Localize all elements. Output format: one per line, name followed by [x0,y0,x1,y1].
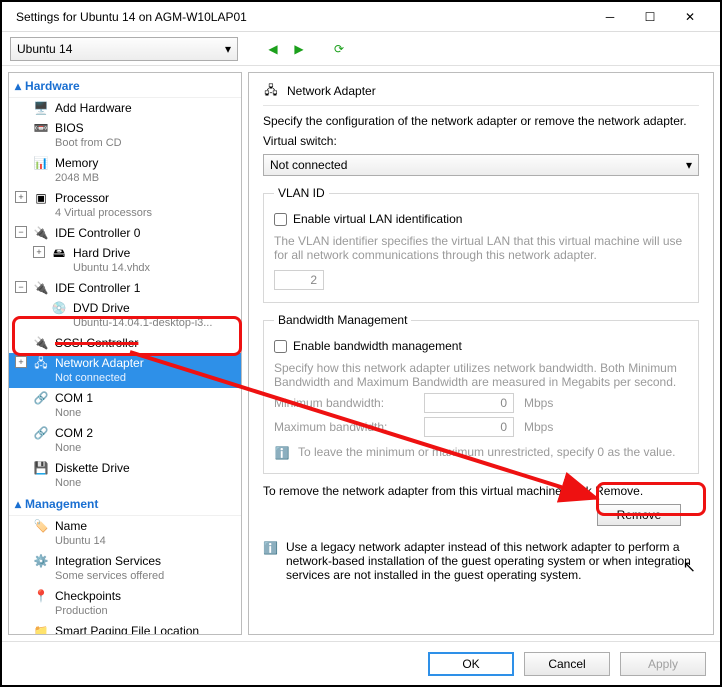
controller-icon: 🔌 [33,280,49,296]
expand-icon[interactable]: + [15,191,27,203]
collapse-icon[interactable]: − [15,281,27,293]
sidebar-item-com1[interactable]: 🔗COM 1 None [9,388,241,423]
panel-header: 🖧 Network Adapter [263,83,699,106]
maximize-button[interactable]: ☐ [630,2,670,31]
virtual-switch-value: Not connected [270,158,347,172]
com-port-icon: 🔗 [33,425,49,441]
chevron-down-icon: ▾ [225,42,231,56]
sidebar-item-ide1[interactable]: − 🔌IDE Controller 1 [9,278,241,298]
toolbar: Ubuntu 14 ▾ ◀ ▶ ⟳ [2,32,720,66]
network-adapter-icon: 🖧 [33,355,49,371]
scsi-icon: 🔌 [33,335,49,351]
sidebar-item-scsi[interactable]: 🔌SCSI Controller [9,333,241,353]
section-management[interactable]: ▴ Management [9,493,241,516]
settings-sidebar[interactable]: ▴ Hardware 🖥️Add Hardware 📼BIOS Boot fro… [8,72,242,635]
min-bandwidth-input [424,393,514,413]
legacy-adapter-info: Use a legacy network adapter instead of … [286,540,699,582]
panel-title: Network Adapter [287,84,376,98]
enable-bandwidth-label: Enable bandwidth management [293,339,462,353]
vlan-id-input [274,270,324,290]
panel-description: Specify the configuration of the network… [263,114,699,128]
sidebar-item-integration[interactable]: ⚙️Integration Services Some services off… [9,551,241,586]
bios-icon: 📼 [33,120,49,136]
minimize-button[interactable]: ─ [590,2,630,31]
min-bandwidth-label: Minimum bandwidth: [274,396,414,410]
memory-icon: 📊 [33,155,49,171]
collapse-icon[interactable]: − [15,226,27,238]
sidebar-item-checkpoints[interactable]: 📍Checkpoints Production [9,586,241,621]
virtual-switch-dropdown[interactable]: Not connected ▾ [263,154,699,176]
remove-description: To remove the network adapter from this … [263,484,699,498]
sidebar-item-memory[interactable]: 📊Memory 2048 MB [9,153,241,188]
sidebar-item-name[interactable]: 🏷️Name Ubuntu 14 [9,516,241,551]
sidebar-item-hard-drive[interactable]: + 🖴Hard Drive Ubuntu 14.vhdx [9,243,241,278]
sidebar-item-diskette[interactable]: 💾Diskette Drive None [9,458,241,493]
expand-icon[interactable]: + [15,356,27,368]
sidebar-item-add-hardware[interactable]: 🖥️Add Hardware [9,98,241,118]
chevron-down-icon: ▾ [686,158,692,172]
sidebar-item-dvd-drive[interactable]: 💿DVD Drive Ubuntu-14.04.1-desktop-i3... [9,298,241,333]
bandwidth-group: Bandwidth Management Enable bandwidth ma… [263,313,699,474]
name-icon: 🏷️ [33,518,49,534]
nav-back-button[interactable]: ◀ [264,40,282,58]
cancel-button[interactable]: Cancel [524,652,610,676]
add-hardware-icon: 🖥️ [33,100,49,116]
dialog-body: ▴ Hardware 🖥️Add Hardware 📼BIOS Boot fro… [2,66,720,641]
integration-icon: ⚙️ [33,553,49,569]
vm-selector-value: Ubuntu 14 [17,42,72,56]
controller-icon: 🔌 [33,225,49,241]
checkpoints-icon: 📍 [33,588,49,604]
vm-selector-dropdown[interactable]: Ubuntu 14 ▾ [10,37,238,61]
diskette-icon: 💾 [33,460,49,476]
nav-forward-button[interactable]: ▶ [290,40,308,58]
vlan-legend: VLAN ID [274,186,329,200]
max-bandwidth-input [424,417,514,437]
close-button[interactable]: ✕ [670,2,710,31]
expand-icon[interactable]: + [33,246,45,258]
enable-bandwidth-checkbox[interactable] [274,340,287,353]
collapse-icon: ▴ [15,79,21,93]
enable-vlan-checkbox[interactable] [274,213,287,226]
bandwidth-legend: Bandwidth Management [274,313,411,327]
enable-vlan-label: Enable virtual LAN identification [293,212,462,226]
bandwidth-info: To leave the minimum or maximum unrestri… [298,445,675,459]
hard-drive-icon: 🖴 [51,245,67,261]
network-adapter-icon: 🖧 [263,83,279,99]
bandwidth-description: Specify how this network adapter utilize… [274,361,688,389]
collapse-icon: ▴ [15,497,21,511]
section-hardware[interactable]: ▴ Hardware [9,75,241,98]
com-port-icon: 🔗 [33,390,49,406]
mbps-label: Mbps [524,420,553,434]
vswitch-label: Virtual switch: [263,134,699,148]
max-bandwidth-label: Maximum bandwidth: [274,420,414,434]
paging-icon: 📁 [33,623,49,635]
remove-button[interactable]: Remove [597,504,681,526]
dvd-icon: 💿 [51,300,67,316]
dialog-footer: OK Cancel Apply [2,641,720,685]
sidebar-item-processor[interactable]: + ▣Processor 4 Virtual processors [9,188,241,223]
titlebar: Settings for Ubuntu 14 on AGM-W10LAP01 ─… [2,2,720,32]
sidebar-item-network-adapter[interactable]: + 🖧Network Adapter Not connected [9,353,241,388]
vlan-group: VLAN ID Enable virtual LAN identificatio… [263,186,699,303]
content-panel: 🖧 Network Adapter Specify the configurat… [248,72,714,635]
window-title: Settings for Ubuntu 14 on AGM-W10LAP01 [12,10,590,24]
processor-icon: ▣ [33,190,49,206]
apply-button: Apply [620,652,706,676]
info-icon: ℹ️ [274,445,290,461]
refresh-button[interactable]: ⟳ [330,40,348,58]
sidebar-item-paging[interactable]: 📁Smart Paging File Location D:\Hyper-V [9,621,241,635]
sidebar-item-com2[interactable]: 🔗COM 2 None [9,423,241,458]
info-icon: ℹ️ [263,540,278,556]
mbps-label: Mbps [524,396,553,410]
vlan-description: The VLAN identifier specifies the virtua… [274,234,688,262]
ok-button[interactable]: OK [428,652,514,676]
sidebar-item-bios[interactable]: 📼BIOS Boot from CD [9,118,241,153]
sidebar-item-ide0[interactable]: − 🔌IDE Controller 0 [9,223,241,243]
